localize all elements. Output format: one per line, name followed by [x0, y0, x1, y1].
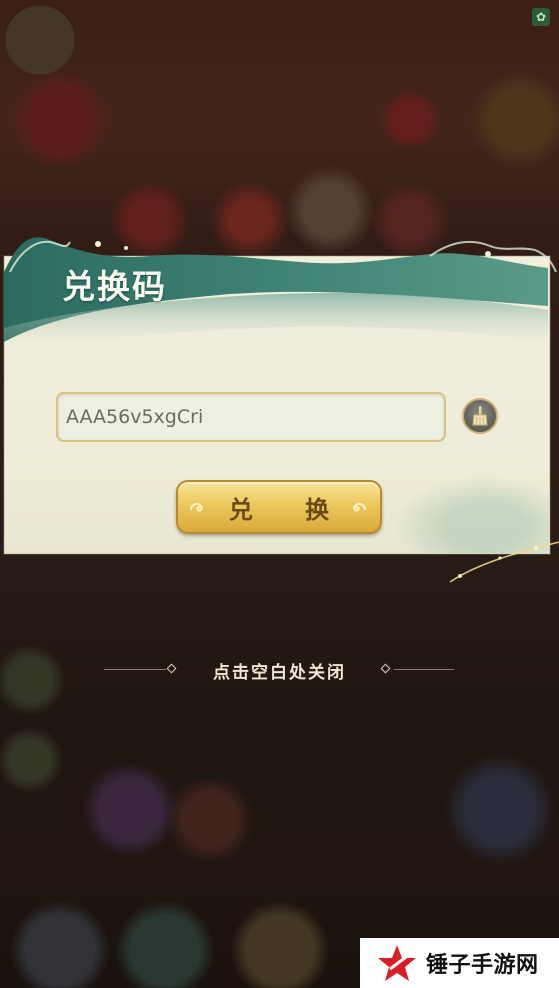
watermark-text: 锤子手游网	[426, 953, 539, 978]
close-hint: 点击空白处关闭	[0, 656, 559, 684]
site-watermark: 锤子手游网	[360, 938, 559, 988]
hint-divider-right	[394, 669, 454, 670]
close-hint-text: 点击空白处关闭	[213, 663, 346, 683]
clear-input-button[interactable]	[462, 398, 498, 434]
cloud-swirl-icon	[353, 502, 366, 512]
leaf-icon[interactable]: ✿	[532, 8, 550, 26]
dialog-title: 兑换码	[62, 267, 167, 306]
redeem-button-label: 兑 换	[228, 494, 352, 524]
sparkle-decoration	[449, 541, 559, 583]
star-logo-icon	[378, 945, 416, 981]
redeem-button[interactable]: 兑 换	[176, 480, 382, 534]
redeem-code-dialog: 兑换码 兑 换	[0, 232, 559, 592]
broom-icon	[472, 406, 488, 426]
redeem-code-input[interactable]	[56, 392, 446, 442]
cloud-swirl-icon	[190, 502, 203, 512]
